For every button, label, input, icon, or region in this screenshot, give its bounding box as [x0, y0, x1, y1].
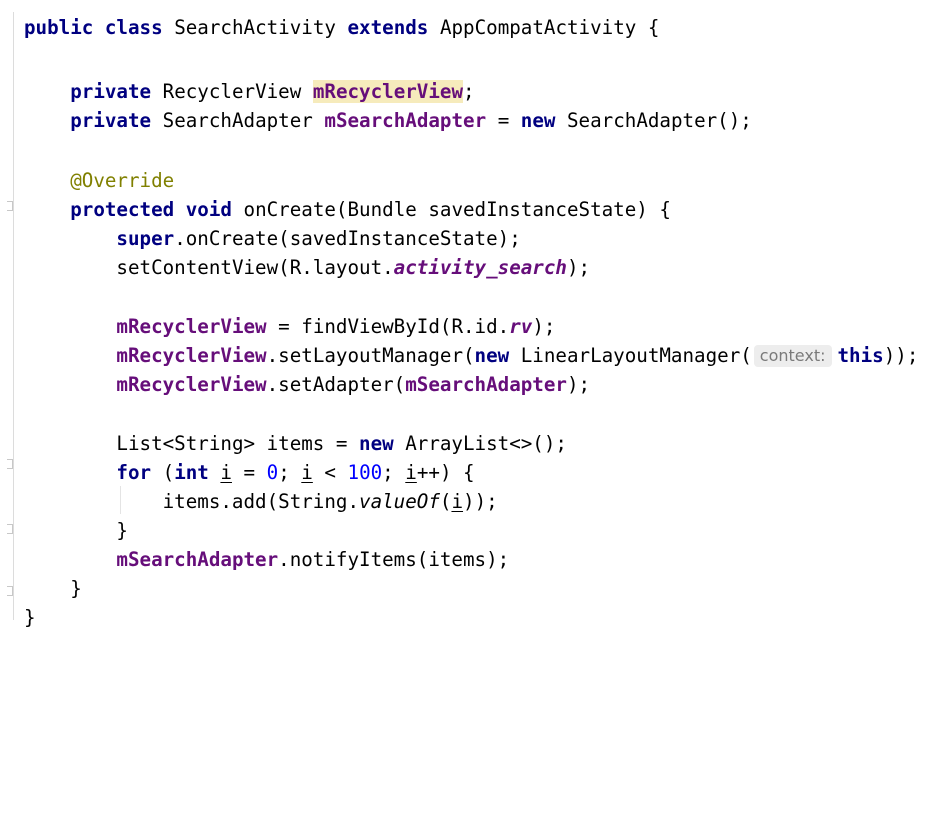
- code-line: }: [24, 516, 128, 545]
- number-literal: 0: [266, 461, 279, 484]
- code-line: public class SearchActivity extends AppC…: [24, 13, 659, 42]
- code-text: List<String> items =: [116, 432, 360, 455]
- code-text: LinearLayoutManager(: [509, 344, 752, 367]
- loop-variable: i: [451, 490, 464, 513]
- code-text: );: [532, 315, 556, 338]
- code-text: (: [151, 461, 175, 484]
- code-text: =: [231, 461, 267, 484]
- code-text: onCreate(Bundle savedInstanceState) {: [231, 198, 671, 221]
- fold-marker-icon[interactable]: [7, 201, 13, 211]
- parameter-hint: context:: [753, 345, 832, 367]
- code-text: = findViewById(R.id.: [266, 315, 510, 338]
- code-editor[interactable]: public class SearchActivity extends AppC…: [0, 0, 929, 654]
- static-method: valueOf: [359, 490, 440, 513]
- keyword: private: [70, 80, 152, 103]
- keyword: private: [70, 109, 152, 132]
- code-area[interactable]: public class SearchActivity extends AppC…: [24, 13, 918, 818]
- gutter-divider: [13, 12, 14, 620]
- code-text: =: [486, 109, 521, 132]
- code-line: }: [24, 574, 82, 603]
- code-text: SearchAdapter();: [555, 109, 752, 132]
- code-line: @Override: [24, 166, 174, 195]
- fold-marker-icon[interactable]: [7, 586, 13, 596]
- loop-variable: i: [220, 461, 232, 484]
- code-text: RecyclerView: [162, 80, 302, 103]
- loop-variable: i: [405, 461, 417, 484]
- code-line: super.onCreate(savedInstanceState);: [24, 224, 521, 253]
- code-text: ;: [382, 461, 406, 484]
- code-line: List<String> items = new ArrayList<>();: [24, 429, 567, 458]
- code-line: mRecyclerView.setAdapter(mSearchAdapter)…: [24, 370, 590, 399]
- code-line: setContentView(R.layout.activity_search)…: [24, 253, 590, 282]
- loop-variable: i: [301, 461, 313, 484]
- code-text: );: [566, 256, 591, 279]
- keyword: super: [116, 227, 175, 250]
- keyword: public: [24, 16, 94, 39]
- field: mRecyclerView: [116, 344, 267, 367]
- code-text: }: [116, 519, 128, 542]
- static-field: activity_search: [393, 256, 567, 279]
- code-text: .setAdapter(: [266, 373, 406, 396]
- keyword: new: [474, 344, 510, 367]
- code-text: ArrayList<>();: [393, 432, 567, 455]
- code-line: items.add(String.valueOf(i));: [24, 487, 498, 516]
- annotation: @Override: [70, 169, 175, 192]
- code-text: .onCreate(savedInstanceState);: [174, 227, 521, 250]
- static-field: rv: [509, 315, 533, 338]
- number-literal: 100: [347, 461, 383, 484]
- code-text: }: [24, 606, 36, 629]
- keyword: for: [116, 461, 152, 484]
- code-text: }: [70, 577, 82, 600]
- code-line: mRecyclerView = findViewById(R.id.rv);: [24, 312, 555, 341]
- watermark: [552, 632, 882, 642]
- code-line: mSearchAdapter.notifyItems(items);: [24, 545, 509, 574]
- code-line: private RecyclerView mRecyclerView;: [24, 77, 475, 106]
- code-text: .setLayoutManager(: [266, 344, 475, 367]
- field: mRecyclerView: [116, 315, 267, 338]
- keyword: new: [520, 109, 556, 132]
- code-text: AppCompatActivity {: [439, 16, 660, 39]
- class-name: SearchActivity: [174, 16, 336, 39]
- keyword: this: [837, 344, 884, 367]
- field: mSearchAdapter: [116, 548, 279, 571]
- code-text: ;: [278, 461, 302, 484]
- code-line: private SearchAdapter mSearchAdapter = n…: [24, 106, 752, 135]
- code-text: ));: [883, 344, 919, 367]
- code-line: mRecyclerView.setLayoutManager(new Linea…: [24, 341, 918, 370]
- field: mSearchAdapter: [405, 373, 567, 396]
- code-text: SearchAdapter: [162, 109, 313, 132]
- code-line: for (int i = 0; i < 100; i++) {: [24, 458, 475, 487]
- code-text: ++) {: [416, 461, 475, 484]
- fold-marker-icon[interactable]: [7, 459, 13, 469]
- code-line: protected void onCreate(Bundle savedInst…: [24, 195, 671, 224]
- keyword: protected: [70, 198, 175, 221]
- code-text: items.add(String.: [162, 490, 360, 513]
- code-line: }: [24, 603, 36, 632]
- code-text: <: [312, 461, 348, 484]
- keyword: class: [104, 16, 163, 39]
- keyword: int: [174, 461, 209, 484]
- keyword: new: [359, 432, 394, 455]
- code-text: .notifyItems(items);: [278, 548, 510, 571]
- code-text: (: [439, 490, 452, 513]
- field: mSearchAdapter: [324, 109, 487, 132]
- field-highlighted: mRecyclerView: [312, 80, 464, 103]
- code-text: ;: [463, 80, 475, 103]
- code-text: );: [566, 373, 591, 396]
- field: mRecyclerView: [116, 373, 267, 396]
- code-text: setContentView(R.layout.: [116, 256, 394, 279]
- keyword: void: [185, 198, 232, 221]
- keyword: extends: [347, 16, 429, 39]
- code-text: ));: [463, 490, 498, 513]
- fold-marker-icon[interactable]: [7, 524, 13, 534]
